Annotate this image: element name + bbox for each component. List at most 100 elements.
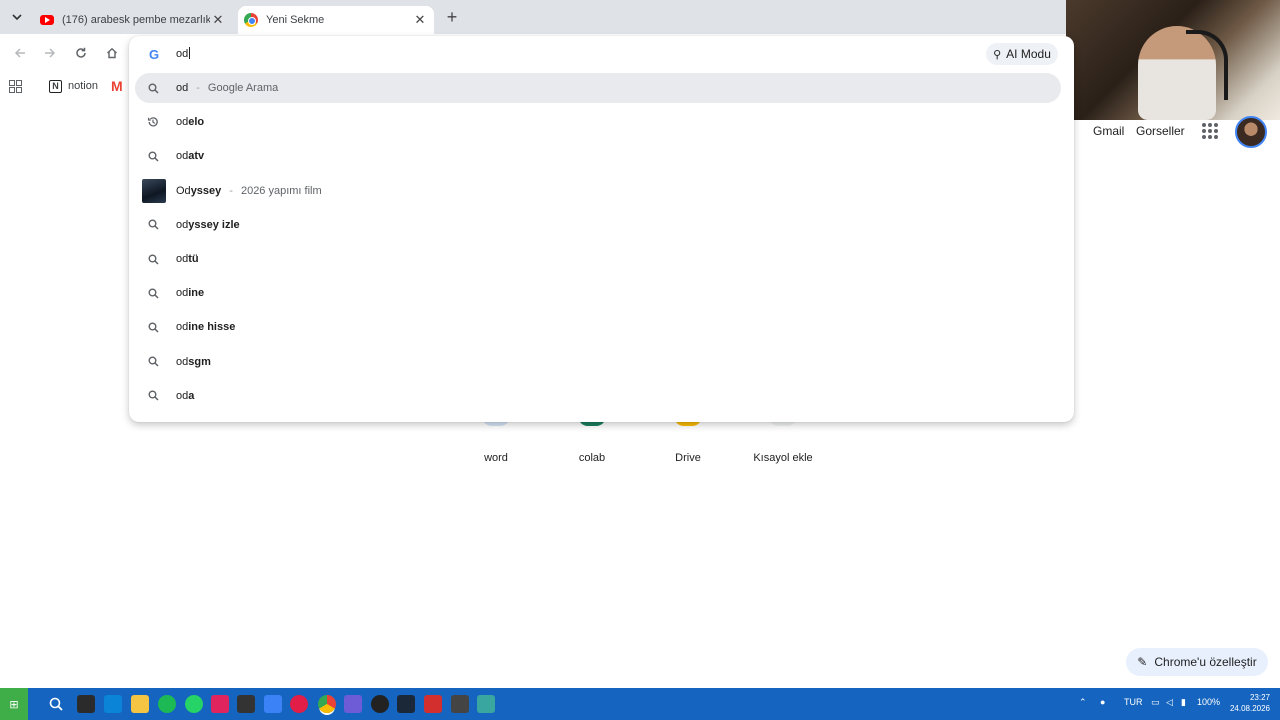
task-view-icon[interactable]	[77, 695, 95, 713]
language-indicator[interactable]: TUR	[1124, 697, 1143, 707]
images-link[interactable]: Gorseller	[1136, 124, 1185, 138]
shortcut-drive[interactable]: Drive	[648, 452, 728, 464]
app-icon[interactable]	[451, 695, 469, 713]
gmail-link[interactable]: Gmail	[1093, 124, 1124, 138]
forward-arrow-icon[interactable]	[41, 44, 59, 62]
omnibox-typed-text: od	[176, 48, 189, 60]
app-icon[interactable]	[211, 695, 229, 713]
search-icon[interactable]	[47, 695, 65, 713]
search-icon	[146, 81, 160, 95]
volume-icon[interactable]: ◁	[1166, 697, 1173, 708]
bookmark-gmail[interactable]: M	[111, 76, 123, 96]
suggestion-description: 2026 yapımı film	[240, 184, 322, 197]
youtube-icon	[40, 15, 54, 25]
bookmarks-bar: N notion M	[0, 72, 130, 100]
clock[interactable]: 23:27 24.08.2026	[1226, 692, 1270, 714]
suggestion-text: odine	[176, 287, 204, 299]
suggestion-row[interactable]: odyssey izle	[129, 210, 1061, 240]
suggestion-row[interactable]: odine	[129, 278, 1061, 308]
shortcut-word[interactable]: word	[456, 452, 536, 464]
apps-grid-icon[interactable]	[9, 76, 22, 96]
tab-search-chevron-icon[interactable]	[8, 8, 26, 26]
suggestion-match: od	[176, 389, 189, 402]
omnibox-input[interactable]: od	[176, 47, 191, 60]
pen-tool-icon[interactable]	[237, 695, 255, 713]
suggestion-text: odine hisse	[176, 321, 235, 333]
back-arrow-icon[interactable]	[11, 44, 29, 62]
suggestion-match: od	[176, 218, 189, 231]
suggestion-text: oda	[176, 390, 194, 402]
network-icon[interactable]: ▭	[1151, 697, 1160, 708]
suggestion-description: Google Arama	[207, 82, 279, 94]
google-apps-icon[interactable]	[1202, 123, 1218, 139]
obs-icon[interactable]	[371, 695, 389, 713]
history-icon	[146, 115, 160, 129]
suggestion-completion: ine	[188, 287, 205, 300]
microphone-icon[interactable]: ●	[1100, 697, 1105, 707]
suggestion-row[interactable]: oda	[129, 381, 1061, 411]
bookmark-notion[interactable]: N notion	[49, 76, 98, 96]
suggestion-match: od	[176, 287, 189, 300]
suggestion-separator: -	[229, 184, 233, 197]
reload-icon[interactable]	[72, 44, 90, 62]
search-icon	[146, 320, 160, 334]
shortcut-colab[interactable]: colab	[552, 452, 632, 464]
steam-icon[interactable]	[397, 695, 415, 713]
spotify-icon[interactable]	[158, 695, 176, 713]
chrome-icon	[244, 13, 258, 27]
suggestion-match: od	[176, 321, 189, 334]
search-icon	[146, 252, 160, 266]
suggestion-separator: -	[196, 82, 200, 94]
start-button[interactable]: ⊞	[0, 688, 28, 720]
whatsapp-icon[interactable]	[185, 695, 203, 713]
taskbar: ⊞ ⌃ ● TUR ▭ ◁ ▮ 100% 23:27 24.08.2026	[0, 688, 1280, 720]
tray-chevron-icon[interactable]: ⌃	[1079, 697, 1087, 708]
suggestion-row[interactable]: od - Google Arama	[135, 73, 1061, 103]
shortcut-add[interactable]: Kısayol ekle	[743, 452, 823, 464]
bookmark-label: notion	[68, 80, 98, 92]
game-app-icon[interactable]	[424, 695, 442, 713]
app-icon[interactable]	[477, 695, 495, 713]
ai-mode-button[interactable]: ⚲ AI Modu	[986, 43, 1058, 65]
pencil-icon: ✎	[1137, 655, 1148, 669]
cloud-icon[interactable]	[264, 695, 282, 713]
google-g-icon: G	[148, 46, 160, 62]
tab-new-tab[interactable]: Yeni Sekme ✕	[238, 6, 434, 34]
home-icon[interactable]	[103, 44, 121, 62]
customize-chrome-button[interactable]: ✎ Chrome'u özelleştir	[1126, 648, 1268, 676]
suggestion-text: odtü	[176, 253, 199, 265]
ai-mode-label: AI Modu	[1006, 47, 1051, 61]
file-explorer-icon[interactable]	[131, 695, 149, 713]
ai-sparkle-search-icon: ⚲	[993, 48, 1002, 61]
suggestion-text: odatv	[176, 150, 204, 162]
customize-label: Chrome'u özelleştir	[1154, 655, 1257, 669]
tab-youtube[interactable]: (176) arabesk pembe mezarlık... ✕	[34, 6, 232, 34]
omnibox-dropdown: G od ⚲ AI Modu od - Google Arama odelo odatv…	[129, 36, 1074, 422]
media-player-icon[interactable]	[290, 695, 308, 713]
omnibox-input-row[interactable]: G od ⚲ AI Modu	[129, 36, 1074, 72]
suggestion-row[interactable]: odatv	[129, 141, 1061, 171]
store-icon[interactable]	[104, 695, 122, 713]
tab-title: (176) arabesk pembe mezarlık...	[62, 14, 210, 26]
suggestion-completion: atv	[188, 150, 205, 163]
avatar[interactable]	[1235, 116, 1267, 148]
battery-percent: 100%	[1197, 697, 1221, 707]
suggestion-row[interactable]: odtü	[129, 244, 1061, 274]
chrome-taskbar-icon[interactable]	[318, 695, 336, 713]
suggestion-match: od	[176, 82, 189, 94]
suggestion-row[interactable]: Odyssey -2026 yapımı film	[129, 176, 1061, 206]
suggestion-row[interactable]: odsgm	[129, 347, 1061, 377]
search-icon	[146, 389, 160, 403]
suggestion-completion: a	[188, 389, 195, 402]
microphone-arm	[1186, 30, 1228, 100]
app-icon[interactable]	[344, 695, 362, 713]
battery-icon[interactable]: ▮	[1181, 697, 1186, 708]
close-tab-icon[interactable]: ✕	[412, 12, 428, 28]
suggestion-match: od	[176, 355, 189, 368]
suggestion-completion: sgm	[188, 355, 211, 368]
suggestion-match: Od	[176, 184, 191, 197]
close-tab-icon[interactable]: ✕	[210, 12, 226, 28]
new-tab-plus-icon[interactable]: +	[443, 7, 461, 27]
suggestion-row[interactable]: odelo	[129, 107, 1061, 137]
suggestion-row[interactable]: odine hisse	[129, 312, 1061, 342]
